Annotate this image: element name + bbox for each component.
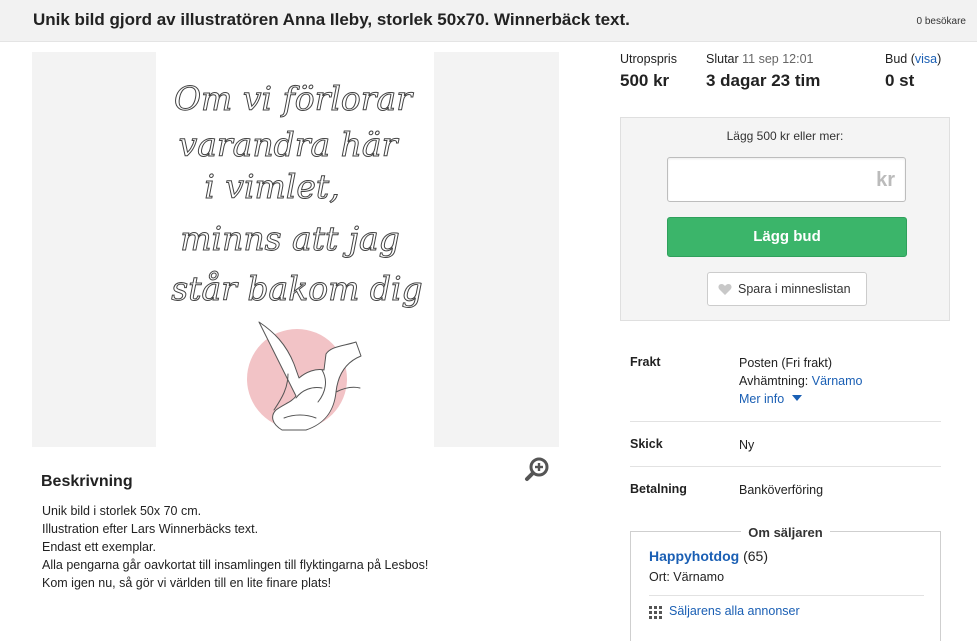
seller-all-ads-label: Säljarens alla annonser xyxy=(669,604,800,618)
condition-label: Skick xyxy=(630,437,663,451)
shipping-method: Posten (Fri frakt) xyxy=(739,356,833,370)
description-heading: Beskrivning xyxy=(41,473,133,490)
seller-heading: Om säljaren xyxy=(741,525,830,540)
bid-close-paren: ) xyxy=(937,52,942,66)
grid-icon xyxy=(649,606,662,619)
pickup-line: Avhämtning: Värnamo xyxy=(739,372,862,390)
seller-name-line: Happyhotdog (65) xyxy=(649,548,768,564)
seller-panel: Om säljaren Happyhotdog (65) Ort: Värnam… xyxy=(630,525,941,641)
description-line: Kom igen nu, så gör vi världen till en l… xyxy=(42,576,332,590)
poster-line: varandra här xyxy=(179,125,400,164)
auction-end: Slutar 11 sep 12:01 3 dagar 23 tim xyxy=(706,52,820,91)
poster-line: minns att jag xyxy=(180,219,400,258)
heart-icon xyxy=(718,284,732,295)
description-line: Illustration efter Lars Winnerbäcks text… xyxy=(42,522,259,536)
description-line: Endast ett exemplar. xyxy=(42,540,156,554)
poster-line: Om vi förlorar xyxy=(174,79,414,118)
zoom-button[interactable] xyxy=(523,455,553,485)
condition-row: Skick Ny xyxy=(630,422,941,467)
bid-count: Bud (visa) 0 st xyxy=(885,52,941,91)
poster-line: står bakom dig xyxy=(171,269,422,308)
bid-input-wrapper[interactable]: kr xyxy=(667,157,906,203)
pickup-label: Avhämtning: xyxy=(739,374,809,388)
listing-title: Unik bild gjord av illustratören Anna Il… xyxy=(33,10,630,29)
zoom-in-icon xyxy=(525,457,549,481)
listing-image[interactable]: Om vi förlorar varandra här i vimlet, mi… xyxy=(156,52,434,447)
condition-value: Ny xyxy=(739,438,755,452)
payment-label: Betalning xyxy=(630,482,687,496)
payment-row: Betalning Banköverföring xyxy=(630,467,941,511)
visitor-count: 0 besökare xyxy=(916,16,966,27)
seller-rating: (65) xyxy=(743,548,769,564)
caret-down-icon xyxy=(791,395,802,401)
header-bar: Unik bild gjord av illustratören Anna Il… xyxy=(0,0,977,42)
bid-count-label-text: Bud xyxy=(885,52,908,66)
reserve-price-value: 500 kr xyxy=(620,71,670,90)
save-to-watchlist-button[interactable]: Spara i minneslistan xyxy=(707,272,867,306)
more-info-line: Mer info xyxy=(739,390,862,408)
auction-end-date: 11 sep 12:01 xyxy=(742,52,814,66)
place-bid-button[interactable]: Lägg bud xyxy=(667,217,907,257)
bid-prompt: Lägg 500 kr eller mer: xyxy=(726,129,844,143)
reserve-price: Utropspris 500 kr xyxy=(620,52,677,91)
bid-amount-input[interactable] xyxy=(676,158,870,203)
bid-panel: Lägg 500 kr eller mer: kr Lägg bud Spara… xyxy=(620,117,950,321)
poster-artwork: Om vi förlorar varandra här i vimlet, mi… xyxy=(171,79,423,431)
show-bids-link[interactable]: visa xyxy=(915,52,937,66)
seller-city: Ort: Värnamo xyxy=(649,570,725,584)
shipping-values: Posten (Fri frakt) Avhämtning: Värnamo M… xyxy=(739,354,862,408)
seller-name-link[interactable]: Happyhotdog xyxy=(649,548,739,564)
seller-divider xyxy=(649,595,924,596)
bid-count-value: 0 st xyxy=(885,71,915,90)
reserve-price-label: Utropspris xyxy=(620,52,677,66)
description-line: Alla pengarna går oavkortat till insamli… xyxy=(42,558,429,572)
save-button-label: Spara i minneslistan xyxy=(738,282,851,296)
auction-end-label-text: Slutar xyxy=(706,52,739,66)
description-line: Unik bild i storlek 50x 70 cm. xyxy=(42,504,202,518)
time-remaining: 3 dagar 23 tim xyxy=(706,71,821,90)
description-text: Unik bild i storlek 50x 70 cm. Illustrat… xyxy=(42,502,428,592)
bid-count-label: Bud (visa) xyxy=(885,52,941,66)
seller-heading-wrap: Om säljaren xyxy=(631,524,940,542)
payment-value: Banköverföring xyxy=(739,483,824,497)
pickup-city-link[interactable]: Värnamo xyxy=(812,374,863,388)
bid-currency-unit: kr xyxy=(876,169,895,191)
shipping-row: Frakt Posten (Fri frakt) Avhämtning: Vär… xyxy=(630,341,941,422)
auction-end-label: Slutar 11 sep 12:01 xyxy=(706,52,820,66)
shipping-label: Frakt xyxy=(630,355,661,369)
image-gallery[interactable]: Om vi förlorar varandra här i vimlet, mi… xyxy=(32,52,559,447)
more-info-link[interactable]: Mer info xyxy=(739,392,784,406)
poster-line: i vimlet, xyxy=(204,167,339,206)
